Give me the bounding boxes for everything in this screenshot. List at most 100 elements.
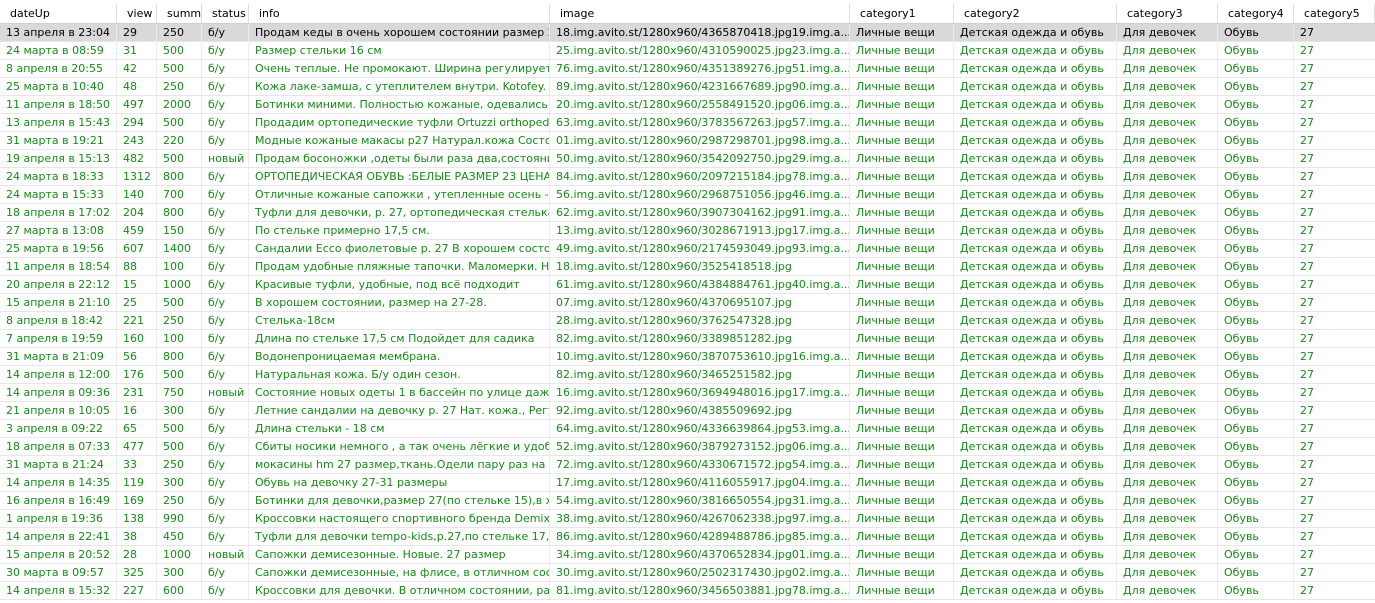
cell-category3[interactable]: Для девочек: [1117, 114, 1218, 131]
cell-dateup[interactable]: 18 апреля в 07:33: [0, 438, 117, 455]
cell-summa[interactable]: 600: [157, 582, 202, 599]
cell-category5[interactable]: 27: [1294, 186, 1375, 203]
cell-category4[interactable]: Обувь: [1218, 384, 1294, 401]
cell-summa[interactable]: 800: [157, 168, 202, 185]
cell-dateup[interactable]: 14 апреля в 12:00: [0, 366, 117, 383]
cell-view[interactable]: 42: [117, 60, 157, 77]
cell-category5[interactable]: 27: [1294, 366, 1375, 383]
cell-category1[interactable]: Личные вещи: [850, 186, 954, 203]
cell-category5[interactable]: 27: [1294, 492, 1375, 509]
table-row[interactable]: 31 марта в 19:21 243 220 б/у Модные кожаные …: [0, 132, 1375, 150]
cell-view[interactable]: 204: [117, 204, 157, 221]
cell-category4[interactable]: Обувь: [1218, 60, 1294, 77]
cell-summa[interactable]: 250: [157, 78, 202, 95]
cell-category3[interactable]: Для девочек: [1117, 582, 1218, 599]
cell-view[interactable]: 169: [117, 492, 157, 509]
cell-info[interactable]: Кроссовки для девочки. В отличном состоя…: [249, 582, 550, 599]
cell-category1[interactable]: Личные вещи: [850, 204, 954, 221]
table-row[interactable]: 11 апреля в 18:54 88 100 б/у Продам удобные …: [0, 258, 1375, 276]
column-header-category4[interactable]: category4: [1218, 4, 1294, 23]
cell-status[interactable]: б/у: [202, 528, 249, 545]
cell-category5[interactable]: 27: [1294, 312, 1375, 329]
cell-view[interactable]: 160: [117, 330, 157, 347]
cell-category1[interactable]: Личные вещи: [850, 546, 954, 563]
cell-category2[interactable]: Детская одежда и обувь: [954, 132, 1117, 149]
cell-summa[interactable]: 500: [157, 42, 202, 59]
cell-info[interactable]: Сандалии Ecco фиолетовые р. 27 В хорошем…: [249, 240, 550, 257]
cell-category3[interactable]: Для девочек: [1117, 510, 1218, 527]
cell-category5[interactable]: 27: [1294, 204, 1375, 221]
cell-dateup[interactable]: 11 апреля в 18:50: [0, 96, 117, 113]
cell-category3[interactable]: Для девочек: [1117, 564, 1218, 581]
cell-summa[interactable]: 250: [157, 492, 202, 509]
cell-category3[interactable]: Для девочек: [1117, 366, 1218, 383]
cell-view[interactable]: 33: [117, 456, 157, 473]
cell-status[interactable]: б/у: [202, 168, 249, 185]
cell-dateup[interactable]: 7 апреля в 19:59: [0, 330, 117, 347]
cell-info[interactable]: По стельке примерно 17,5 см.: [249, 222, 550, 239]
table-row[interactable]: 24 марта в 18:33 1312 800 б/у ОРТОПЕДИЧЕСКАЯ…: [0, 168, 1375, 186]
cell-image[interactable]: 72.img.avito.st/1280x960/4330671572.jpg5…: [550, 456, 850, 473]
cell-image[interactable]: 10.img.avito.st/1280x960/3870753610.jpg1…: [550, 348, 850, 365]
cell-category5[interactable]: 27: [1294, 528, 1375, 545]
cell-category2[interactable]: Детская одежда и обувь: [954, 420, 1117, 437]
cell-image[interactable]: 61.img.avito.st/1280x960/4384884761.jpg4…: [550, 276, 850, 293]
cell-dateup[interactable]: 25 марта в 10:40: [0, 78, 117, 95]
cell-category1[interactable]: Личные вещи: [850, 312, 954, 329]
cell-view[interactable]: 477: [117, 438, 157, 455]
cell-summa[interactable]: 100: [157, 330, 202, 347]
cell-category4[interactable]: Обувь: [1218, 402, 1294, 419]
cell-category5[interactable]: 27: [1294, 60, 1375, 77]
cell-category1[interactable]: Личные вещи: [850, 564, 954, 581]
cell-info[interactable]: Длина по стельке 17,5 см Подойдет для са…: [249, 330, 550, 347]
cell-view[interactable]: 119: [117, 474, 157, 491]
cell-category1[interactable]: Личные вещи: [850, 384, 954, 401]
cell-summa[interactable]: 300: [157, 474, 202, 491]
cell-image[interactable]: 84.img.avito.st/1280x960/2097215184.jpg7…: [550, 168, 850, 185]
cell-category2[interactable]: Детская одежда и обувь: [954, 114, 1117, 131]
cell-dateup[interactable]: 11 апреля в 18:54: [0, 258, 117, 275]
cell-category1[interactable]: Личные вещи: [850, 24, 954, 41]
cell-summa[interactable]: 300: [157, 564, 202, 581]
table-row[interactable]: 25 марта в 19:56 607 1400 б/у Сандалии Ecco …: [0, 240, 1375, 258]
table-row[interactable]: 1 апреля в 19:36 138 990 б/у Кроссовки насто…: [0, 510, 1375, 528]
cell-info[interactable]: Длина стельки - 18 см: [249, 420, 550, 437]
cell-category1[interactable]: Личные вещи: [850, 222, 954, 239]
cell-status[interactable]: б/у: [202, 438, 249, 455]
cell-image[interactable]: 81.img.avito.st/1280x960/3456503881.jpg7…: [550, 582, 850, 599]
cell-dateup[interactable]: 24 марта в 18:33: [0, 168, 117, 185]
table-row[interactable]: 15 апреля в 21:10 25 500 б/у В хорошем состо…: [0, 294, 1375, 312]
cell-category3[interactable]: Для девочек: [1117, 474, 1218, 491]
cell-status[interactable]: б/у: [202, 294, 249, 311]
cell-category4[interactable]: Обувь: [1218, 42, 1294, 59]
cell-status[interactable]: б/у: [202, 132, 249, 149]
cell-category4[interactable]: Обувь: [1218, 492, 1294, 509]
cell-dateup[interactable]: 3 апреля в 09:22: [0, 420, 117, 437]
cell-status[interactable]: б/у: [202, 564, 249, 581]
cell-summa[interactable]: 800: [157, 204, 202, 221]
cell-info[interactable]: Сапожки демисезонные. Новые. 27 размер: [249, 546, 550, 563]
cell-category1[interactable]: Личные вещи: [850, 402, 954, 419]
table-row[interactable]: 3 апреля в 09:22 65 500 б/у Длина стельки - …: [0, 420, 1375, 438]
cell-view[interactable]: 294: [117, 114, 157, 131]
table-row[interactable]: 18 апреля в 07:33 477 500 б/у Сбиты носики н…: [0, 438, 1375, 456]
cell-category2[interactable]: Детская одежда и обувь: [954, 438, 1117, 455]
cell-info[interactable]: Летние сандалии на девочку р. 27 Нат. ко…: [249, 402, 550, 419]
cell-info[interactable]: мокасины hm 27 размер,ткань.Одели пару р…: [249, 456, 550, 473]
table-row[interactable]: 11 апреля в 18:50 497 2000 б/у Ботинки миним…: [0, 96, 1375, 114]
cell-view[interactable]: 31: [117, 42, 157, 59]
cell-dateup[interactable]: 14 апреля в 15:32: [0, 582, 117, 599]
cell-category4[interactable]: Обувь: [1218, 132, 1294, 149]
cell-dateup[interactable]: 8 апреля в 20:55: [0, 60, 117, 77]
column-header-info[interactable]: info: [249, 4, 550, 23]
cell-category1[interactable]: Личные вещи: [850, 582, 954, 599]
cell-category2[interactable]: Детская одежда и обувь: [954, 204, 1117, 221]
cell-view[interactable]: 325: [117, 564, 157, 581]
cell-category1[interactable]: Личные вещи: [850, 132, 954, 149]
cell-info[interactable]: Очень теплые. Не промокают. Ширина регул…: [249, 60, 550, 77]
cell-info[interactable]: Ботинки для девочки,размер 27(по стельке…: [249, 492, 550, 509]
column-header-dateup[interactable]: dateUp: [0, 4, 117, 23]
cell-category1[interactable]: Личные вещи: [850, 42, 954, 59]
cell-image[interactable]: 13.img.avito.st/1280x960/3028671913.jpg1…: [550, 222, 850, 239]
cell-category4[interactable]: Обувь: [1218, 348, 1294, 365]
